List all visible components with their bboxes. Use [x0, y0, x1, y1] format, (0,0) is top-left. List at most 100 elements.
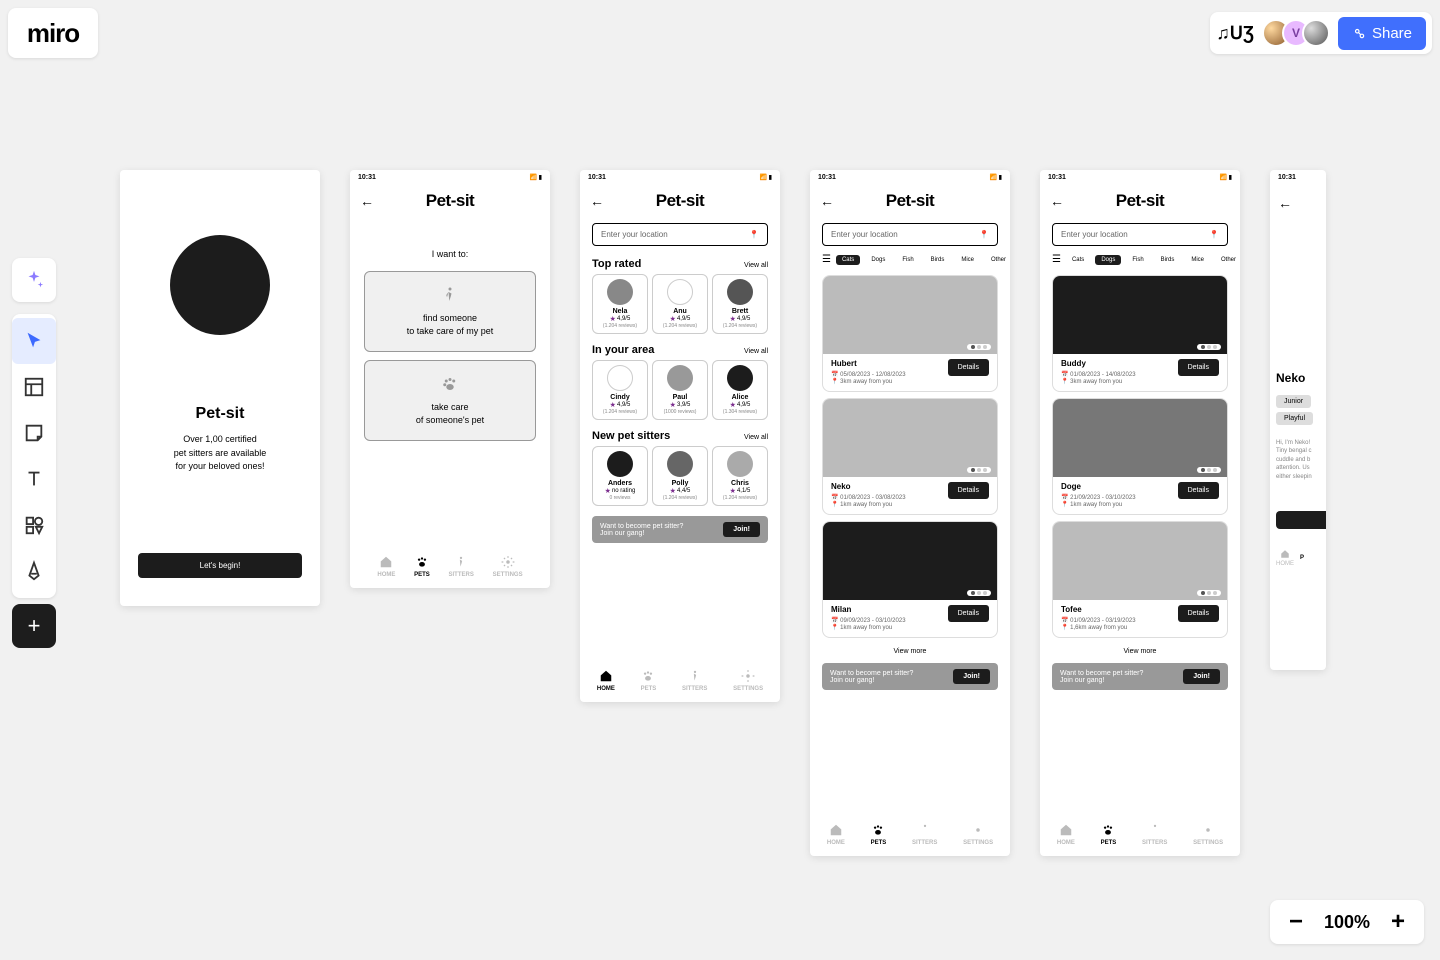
pet-distance: 📍 1km away from you: [831, 501, 906, 508]
nav-home[interactable]: HOME: [597, 669, 615, 692]
frame-pets-dogs[interactable]: 10:31📶 ▮ ←Pet-sit Enter your location📍 ☰…: [1040, 170, 1240, 856]
details-button[interactable]: Details: [1178, 359, 1219, 376]
view-all-link[interactable]: View all: [744, 262, 768, 269]
filter-icon[interactable]: ☰: [1052, 254, 1061, 265]
tool-template[interactable]: [12, 364, 56, 410]
filter-chip[interactable]: Cats: [836, 255, 860, 265]
pet-card[interactable]: Doge 📅 21/09/2023 - 03/10/2023 📍 1km awa…: [1052, 398, 1228, 515]
tool-pen[interactable]: [12, 548, 56, 594]
search-input[interactable]: Enter your location📍: [1052, 223, 1228, 246]
back-button[interactable]: ←: [820, 193, 834, 209]
nav-home[interactable]: HOME: [377, 555, 395, 578]
miro-logo[interactable]: miro: [8, 8, 98, 58]
details-button[interactable]: Details: [1178, 605, 1219, 622]
pet-name: Hubert: [831, 359, 906, 368]
filter-chip[interactable]: Dogs: [865, 255, 891, 265]
sitter-card[interactable]: Chris★4,1/5(1.204 reviews): [712, 446, 768, 506]
frame-pets-cats[interactable]: 10:31📶 ▮ ←Pet-sit Enter your location📍 ☰…: [810, 170, 1010, 856]
zoom-value[interactable]: 100%: [1324, 912, 1370, 933]
walk-icon: [1148, 823, 1162, 837]
nav-home[interactable]: HOME: [1057, 823, 1075, 846]
status-time: 10:31: [358, 174, 376, 181]
back-button[interactable]: ←: [1050, 193, 1064, 209]
avatar[interactable]: [1302, 19, 1330, 47]
collaborator-avatars[interactable]: V: [1262, 19, 1330, 47]
filter-chip[interactable]: Cats: [1066, 255, 1090, 265]
nav-settings[interactable]: SETTINGS: [493, 555, 523, 578]
filter-chip[interactable]: Other: [985, 255, 1010, 265]
view-all-link[interactable]: View all: [744, 434, 768, 441]
filter-chip[interactable]: Mice: [1185, 255, 1210, 265]
nav-settings[interactable]: SETTINGS: [963, 823, 993, 846]
nav-pets[interactable]: PETS: [1101, 823, 1117, 846]
sitter-card[interactable]: Paul★3,9/5(1000 reviews): [652, 360, 708, 420]
add-tool-button[interactable]: +: [12, 604, 56, 648]
filter-chip[interactable]: Dogs: [1095, 255, 1121, 265]
share-button[interactable]: Share: [1338, 17, 1426, 50]
choice-be-sitter[interactable]: take care of someone's pet: [364, 360, 536, 441]
sitter-card[interactable]: Nela★4,9/5(1.204 reviews): [592, 274, 648, 334]
filter-chip[interactable]: Birds: [1155, 255, 1181, 265]
join-button[interactable]: Join!: [1183, 669, 1220, 684]
search-input[interactable]: Enter your location📍: [592, 223, 768, 246]
tool-cursor[interactable]: [12, 318, 56, 364]
zoom-in-button[interactable]: +: [1388, 908, 1408, 936]
tool-shapes[interactable]: [12, 502, 56, 548]
nav-sitters[interactable]: SITTERS: [912, 823, 937, 846]
filter-chip[interactable]: Fish: [896, 255, 919, 265]
reactions-icon[interactable]: ♫ᑌƷ: [1216, 23, 1254, 44]
nav-sitters[interactable]: SITTERS: [1142, 823, 1167, 846]
sitter-card[interactable]: Polly★4,4/5(1.204 reviews): [652, 446, 708, 506]
back-button[interactable]: ←: [1278, 195, 1326, 211]
view-more[interactable]: View more: [1040, 644, 1240, 659]
frame-intent[interactable]: 10:31📶 ▮ ←Pet-sit I want to: find someon…: [350, 170, 550, 588]
choice-find-sitter[interactable]: find someone to take care of my pet: [364, 271, 536, 352]
join-button[interactable]: Join!: [953, 669, 990, 684]
details-button[interactable]: Details: [948, 605, 989, 622]
nav-pets[interactable]: PETS: [871, 823, 887, 846]
nav-pets[interactable]: PETS: [414, 555, 430, 578]
filter-chip[interactable]: Other: [1215, 255, 1240, 265]
sitter-card[interactable]: Cindy★4,9/5(1.204 reviews): [592, 360, 648, 420]
view-all-link[interactable]: View all: [744, 348, 768, 355]
pet-card[interactable]: Tofee 📅 01/09/2023 - 03/19/2023 📍 1,6km …: [1052, 521, 1228, 638]
frame-pet-detail[interactable]: 10:31 ← Neko Junior Playful Hi, I'm Neko…: [1270, 170, 1326, 670]
action-button[interactable]: [1276, 511, 1326, 529]
sitter-card[interactable]: Brett★4,9/5(1.204 reviews): [712, 274, 768, 334]
pet-card[interactable]: Hubert 📅 05/08/2023 - 12/08/2023 📍 3km a…: [822, 275, 998, 392]
nav-settings[interactable]: SETTINGS: [733, 669, 763, 692]
details-button[interactable]: Details: [948, 359, 989, 376]
nav-settings[interactable]: SETTINGS: [1193, 823, 1223, 846]
pet-distance: 📍 1,6km away from you: [1061, 624, 1136, 631]
sitter-card[interactable]: Anu★4,9/5(1.204 reviews): [652, 274, 708, 334]
back-button[interactable]: ←: [360, 193, 374, 209]
nav-home[interactable]: HOME: [827, 823, 845, 846]
filter-chip[interactable]: Birds: [925, 255, 951, 265]
sitter-card[interactable]: Anders★no rating0 reviews: [592, 446, 648, 506]
search-input[interactable]: Enter your location📍: [822, 223, 998, 246]
tool-sticky[interactable]: [12, 410, 56, 456]
filter-chip[interactable]: Mice: [955, 255, 980, 265]
frame-home[interactable]: 10:31📶 ▮ ←Pet-sit Enter your location📍 T…: [580, 170, 780, 702]
canvas[interactable]: Pet-sit Over 1,00 certified pet sitters …: [120, 170, 1326, 856]
details-button[interactable]: Details: [1178, 482, 1219, 499]
view-more[interactable]: View more: [810, 644, 1010, 659]
ai-button[interactable]: [12, 258, 56, 302]
cursor-icon: [23, 330, 45, 352]
pet-card[interactable]: Neko 📅 01/08/2023 - 03/08/2023 📍 1km awa…: [822, 398, 998, 515]
sitter-card[interactable]: Alice★4,9/5(1.304 reviews): [712, 360, 768, 420]
details-button[interactable]: Details: [948, 482, 989, 499]
back-button[interactable]: ←: [590, 193, 604, 209]
tool-text[interactable]: [12, 456, 56, 502]
join-button[interactable]: Join!: [723, 522, 760, 537]
nav-sitters[interactable]: SITTERS: [682, 669, 707, 692]
pet-card[interactable]: Buddy 📅 01/08/2023 - 14/08/2023 📍 3km aw…: [1052, 275, 1228, 392]
frame-landing[interactable]: Pet-sit Over 1,00 certified pet sitters …: [120, 170, 320, 606]
filter-icon[interactable]: ☰: [822, 254, 831, 265]
filter-chip[interactable]: Fish: [1126, 255, 1149, 265]
pet-card[interactable]: Milan 📅 09/09/2023 - 03/10/2023 📍 1km aw…: [822, 521, 998, 638]
nav-pets[interactable]: PETS: [641, 669, 657, 692]
lets-begin-button[interactable]: Let's begin!: [138, 553, 302, 578]
nav-sitters[interactable]: SITTERS: [449, 555, 474, 578]
zoom-out-button[interactable]: −: [1286, 908, 1306, 936]
